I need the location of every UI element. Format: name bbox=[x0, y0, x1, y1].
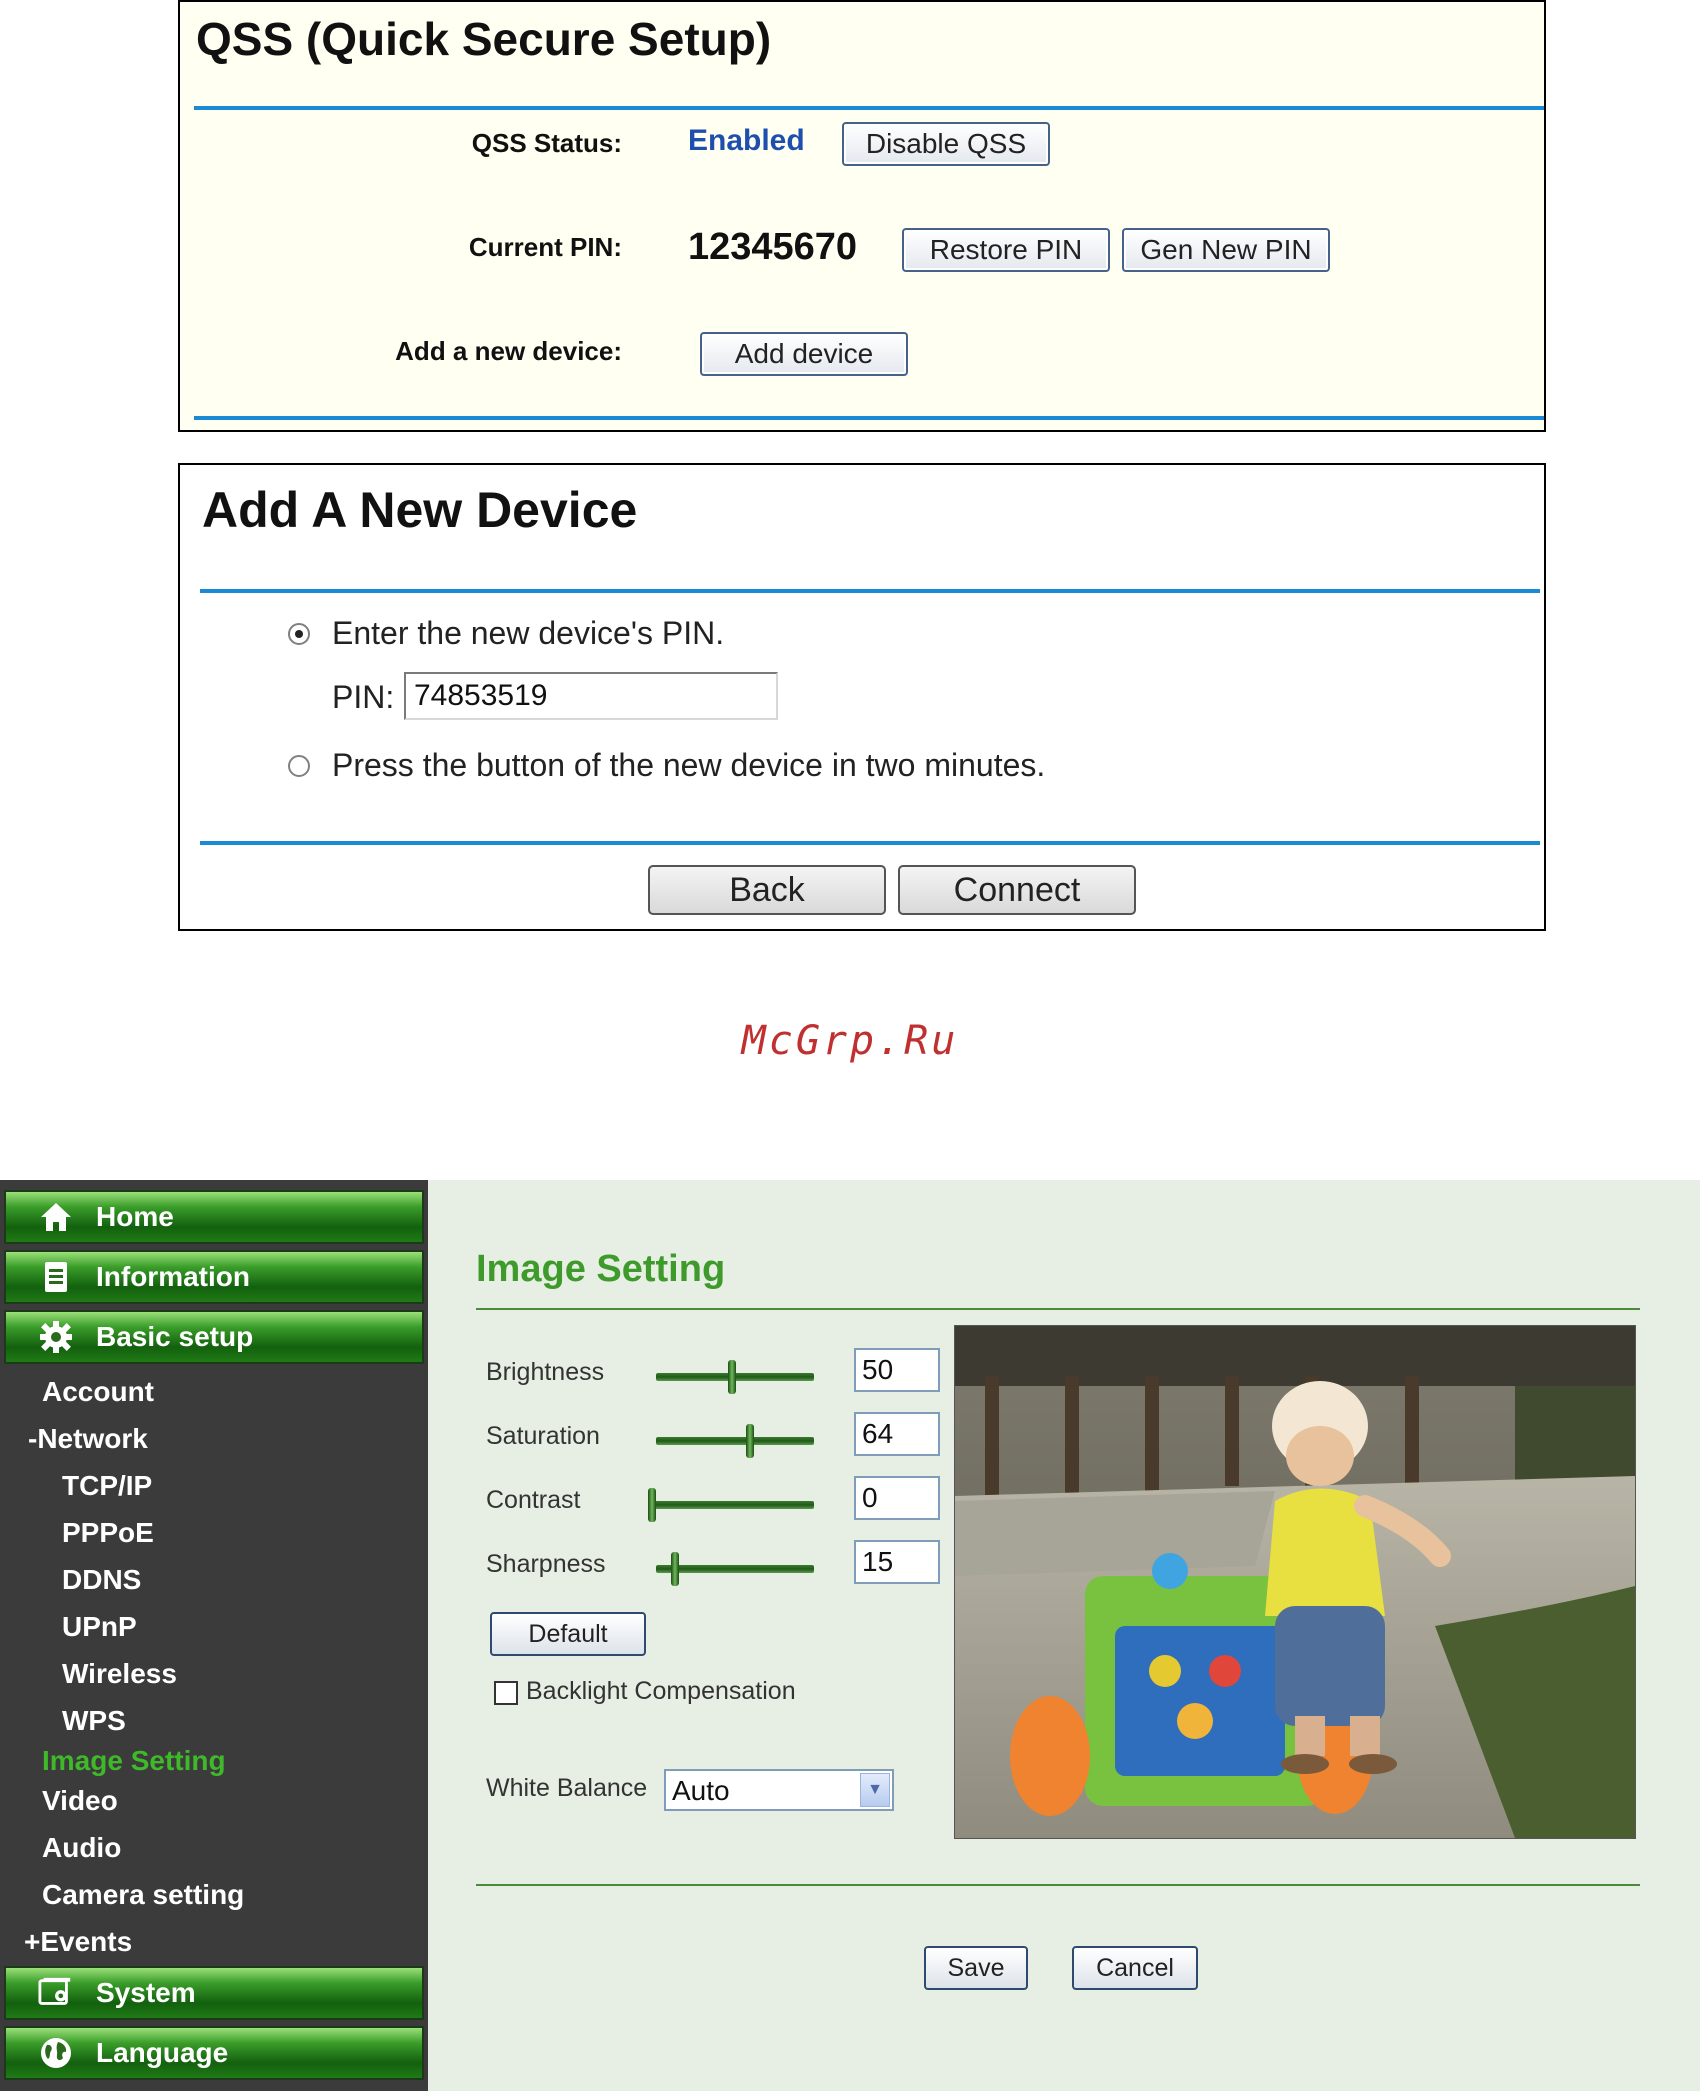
add-device-panel: Add A New Device Enter the new device's … bbox=[178, 463, 1546, 931]
divider bbox=[200, 841, 1540, 845]
divider bbox=[194, 416, 1544, 420]
slider-track bbox=[656, 1565, 814, 1573]
sidebar-item-account[interactable]: Account bbox=[42, 1376, 154, 1408]
backlight-checkbox[interactable] bbox=[494, 1681, 518, 1705]
saturation-label: Saturation bbox=[486, 1422, 600, 1450]
sidebar-item-upnp[interactable]: UPnP bbox=[62, 1611, 137, 1643]
sidebar-item-audio[interactable]: Audio bbox=[42, 1832, 121, 1864]
nav-basic-setup-label: Basic setup bbox=[96, 1321, 254, 1352]
sidebar-item-ddns[interactable]: DDNS bbox=[62, 1564, 141, 1596]
brightness-value[interactable] bbox=[854, 1348, 940, 1392]
sharpness-value[interactable] bbox=[854, 1540, 940, 1584]
nav-home-label: Home bbox=[96, 1201, 174, 1232]
connect-button[interactable]: Connect bbox=[898, 865, 1136, 915]
nav-home[interactable]: Home bbox=[4, 1190, 424, 1244]
slider-track bbox=[648, 1501, 814, 1509]
gear-icon bbox=[38, 1319, 74, 1355]
qss-status-value: Enabled bbox=[688, 124, 805, 157]
divider bbox=[194, 106, 1544, 110]
sidebar-item-video[interactable]: Video bbox=[42, 1785, 118, 1817]
white-balance-label: White Balance bbox=[486, 1774, 648, 1802]
add-device-button[interactable]: Add device bbox=[700, 332, 908, 376]
divider bbox=[476, 1884, 1640, 1886]
watermark: McGrp.Ru bbox=[741, 1018, 959, 1064]
nav-basic-setup[interactable]: Basic setup bbox=[4, 1310, 424, 1364]
saturation-slider[interactable] bbox=[656, 1424, 814, 1458]
chevron-down-icon[interactable]: ▼ bbox=[860, 1773, 890, 1807]
radio-selected-dot bbox=[295, 630, 303, 638]
backlight-label: Backlight Compensation bbox=[526, 1677, 796, 1705]
nav-language[interactable]: Language bbox=[4, 2026, 424, 2080]
add-device-title: Add A New Device bbox=[202, 482, 638, 538]
contrast-value[interactable] bbox=[854, 1476, 940, 1520]
radio-enter-pin[interactable] bbox=[288, 623, 310, 645]
camera-preview-image bbox=[954, 1325, 1636, 1839]
document-icon bbox=[38, 1259, 74, 1295]
sidebar-item-pppoe[interactable]: PPPoE bbox=[62, 1517, 154, 1549]
nav-information[interactable]: Information bbox=[4, 1250, 424, 1304]
qss-status-label: QSS Status: bbox=[471, 128, 622, 158]
sharpness-slider[interactable] bbox=[656, 1552, 814, 1586]
nav-system-label: System bbox=[96, 1977, 196, 2008]
nav-information-label: Information bbox=[96, 1261, 250, 1292]
white-balance-value: Auto bbox=[672, 1775, 730, 1806]
globe-icon bbox=[38, 2035, 74, 2071]
sharpness-label: Sharpness bbox=[486, 1550, 606, 1578]
saturation-value[interactable] bbox=[854, 1412, 940, 1456]
slider-thumb[interactable] bbox=[671, 1552, 679, 1586]
contrast-label: Contrast bbox=[486, 1486, 581, 1514]
sidebar-item-tcpip[interactable]: TCP/IP bbox=[62, 1470, 152, 1502]
pin-label: PIN: bbox=[332, 679, 395, 715]
sidebar-item-events[interactable]: +Events bbox=[24, 1926, 132, 1958]
disable-qss-button[interactable]: Disable QSS bbox=[842, 122, 1050, 166]
sidebar-item-wps[interactable]: WPS bbox=[62, 1705, 126, 1737]
nav-language-label: Language bbox=[96, 2037, 229, 2068]
page-title: Image Setting bbox=[476, 1248, 726, 1290]
radio-press-button[interactable] bbox=[288, 755, 310, 777]
camera-web-ui: Home Information Basic setup Account -Ne… bbox=[0, 1180, 1700, 2091]
slider-thumb[interactable] bbox=[746, 1424, 754, 1458]
sidebar-item-image-setting[interactable]: Image Setting bbox=[42, 1745, 226, 1777]
save-button[interactable]: Save bbox=[924, 1946, 1028, 1990]
slider-thumb[interactable] bbox=[648, 1488, 656, 1522]
slider-thumb[interactable] bbox=[728, 1360, 736, 1394]
default-button[interactable]: Default bbox=[490, 1612, 646, 1656]
cancel-button[interactable]: Cancel bbox=[1072, 1946, 1198, 1990]
add-device-label: Add a new device: bbox=[395, 336, 622, 366]
brightness-label: Brightness bbox=[486, 1358, 605, 1386]
back-button[interactable]: Back bbox=[648, 865, 886, 915]
sidebar: Home Information Basic setup Account -Ne… bbox=[0, 1180, 428, 2091]
qss-title: QSS (Quick Secure Setup) bbox=[196, 13, 772, 65]
contrast-slider[interactable] bbox=[648, 1488, 814, 1522]
pin-input[interactable] bbox=[404, 672, 778, 720]
brightness-slider[interactable] bbox=[656, 1360, 814, 1394]
option-press-button-label: Press the button of the new device in tw… bbox=[332, 747, 1046, 783]
divider bbox=[476, 1308, 1640, 1310]
nav-system[interactable]: System bbox=[4, 1966, 424, 2020]
sidebar-item-wireless[interactable]: Wireless bbox=[62, 1658, 177, 1690]
current-pin-label: Current PIN: bbox=[468, 232, 622, 262]
divider bbox=[200, 589, 1540, 593]
sidebar-item-camera-setting[interactable]: Camera setting bbox=[42, 1879, 244, 1911]
white-balance-select[interactable]: Auto ▼ bbox=[664, 1769, 894, 1811]
current-pin-value: 12345670 bbox=[688, 226, 858, 268]
gen-new-pin-button[interactable]: Gen New PIN bbox=[1122, 228, 1330, 272]
sidebar-item-network[interactable]: -Network bbox=[28, 1423, 148, 1455]
option-enter-pin-label: Enter the new device's PIN. bbox=[332, 615, 725, 651]
main-content: Image Setting Brightness Saturation Cont… bbox=[428, 1180, 1700, 2091]
slider-track bbox=[656, 1437, 814, 1445]
restore-pin-button[interactable]: Restore PIN bbox=[902, 228, 1110, 272]
system-icon bbox=[38, 1975, 74, 2011]
qss-panel: QSS (Quick Secure Setup) QSS Status: Ena… bbox=[178, 0, 1546, 432]
home-icon bbox=[38, 1199, 74, 1235]
